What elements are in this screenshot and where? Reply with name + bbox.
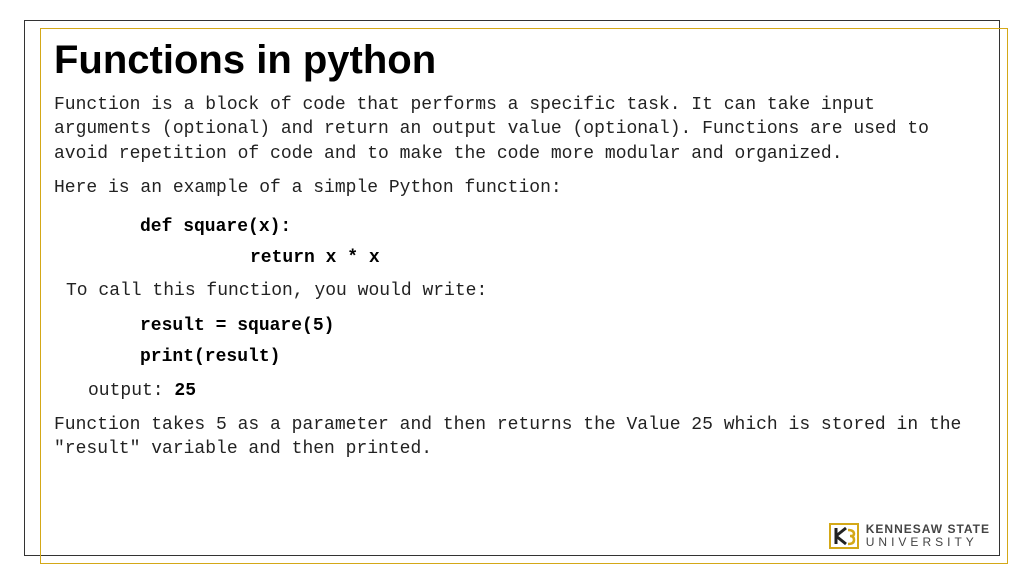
call-intro: To call this function, you would write: <box>66 281 978 301</box>
slide-content: Functions in python Function is a block … <box>54 38 978 546</box>
logo-text: KENNESAW STATE UNIVERSITY <box>866 523 990 549</box>
output-line: output: 25 <box>88 381 978 401</box>
code-call-line1: result = square(5) <box>140 311 978 342</box>
definition-paragraph: Function is a block of code that perform… <box>54 93 978 166</box>
output-label: output: <box>88 381 174 401</box>
output-value: 25 <box>174 381 196 401</box>
explanation-paragraph: Function takes 5 as a parameter and then… <box>54 413 978 462</box>
code-return-line: return x * x <box>250 243 978 274</box>
university-logo: KENNESAW STATE UNIVERSITY <box>828 520 990 552</box>
slide-title: Functions in python <box>54 38 978 83</box>
example-intro: Here is an example of a simple Python fu… <box>54 176 978 200</box>
code-call-line2: print(result) <box>140 342 978 373</box>
code-def-line: def square(x): <box>140 212 978 243</box>
logo-line2: UNIVERSITY <box>866 536 990 549</box>
ksu-logo-icon <box>828 520 860 552</box>
code-definition: def square(x): return x * x <box>140 212 978 273</box>
code-call: result = square(5) print(result) <box>140 311 978 372</box>
